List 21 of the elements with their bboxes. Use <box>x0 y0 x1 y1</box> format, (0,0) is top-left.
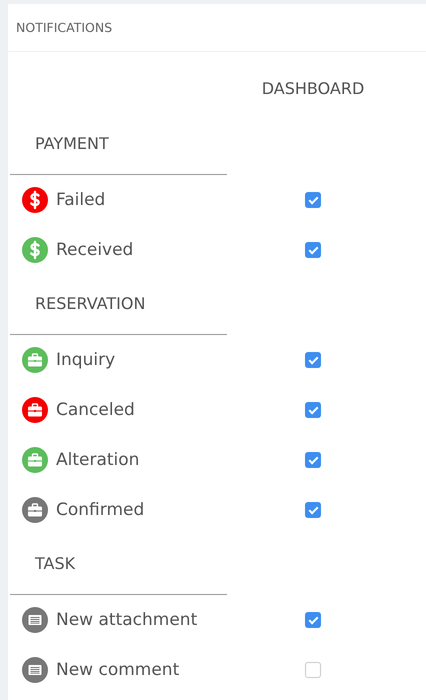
notification-label: Failed <box>56 190 106 210</box>
notification-label: Received <box>56 240 134 260</box>
section-title: RESERVATION <box>35 294 146 312</box>
checkbox[interactable] <box>305 662 321 678</box>
notification-label: Alteration <box>56 450 140 470</box>
checkbox[interactable] <box>305 452 321 468</box>
notification-label: Confirmed <box>56 500 144 520</box>
checkbox[interactable] <box>305 242 321 258</box>
checkbox[interactable] <box>305 612 321 628</box>
panel-title: NOTIFICATIONS <box>16 20 112 35</box>
notification-label: New attachment <box>56 610 198 630</box>
notification-label: Canceled <box>56 400 135 420</box>
checkbox[interactable] <box>305 502 321 518</box>
column-header: DASHBOARD <box>262 78 364 98</box>
section-title: TASK <box>35 554 76 572</box>
checkbox[interactable] <box>305 192 321 208</box>
notification-label: New comment <box>56 660 180 680</box>
checkbox[interactable] <box>305 402 321 418</box>
notification-label: Inquiry <box>56 350 116 370</box>
checkbox[interactable] <box>305 352 321 368</box>
section-title: PAYMENT <box>35 134 109 152</box>
